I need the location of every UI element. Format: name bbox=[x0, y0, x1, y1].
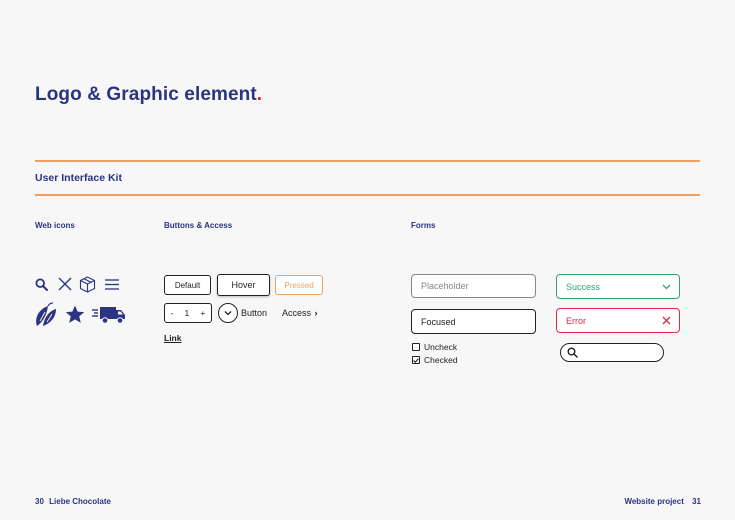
checked-checkbox[interactable] bbox=[412, 356, 420, 364]
menu-icon[interactable] bbox=[104, 278, 120, 291]
chevron-right-icon: › bbox=[314, 308, 318, 318]
success-input-value: Success bbox=[566, 281, 601, 292]
footer-left: 30 Liebe Chocolate bbox=[35, 497, 111, 506]
text-button[interactable]: Button bbox=[241, 308, 267, 318]
quantity-stepper[interactable]: - 1 + bbox=[164, 303, 212, 323]
left-page-number: 30 bbox=[35, 497, 44, 506]
unchecked-checkbox[interactable] bbox=[412, 343, 420, 351]
checked-label: Checked bbox=[424, 355, 458, 365]
stepper-value: 1 bbox=[184, 308, 190, 318]
divider-top bbox=[35, 160, 700, 162]
stepper-minus-button[interactable]: - bbox=[171, 308, 174, 318]
error-input[interactable]: Error bbox=[556, 308, 680, 333]
divider-bottom bbox=[35, 194, 700, 196]
footer-right: Website project 31 bbox=[624, 497, 701, 506]
stepper-plus-button[interactable]: + bbox=[200, 308, 205, 318]
placeholder-input[interactable]: Placeholder bbox=[411, 274, 536, 298]
circle-chevron-button[interactable] bbox=[218, 303, 238, 323]
link-text[interactable]: Link bbox=[164, 333, 181, 343]
close-icon[interactable] bbox=[662, 316, 671, 325]
check-icon bbox=[413, 357, 419, 363]
box-icon[interactable] bbox=[79, 276, 96, 293]
star-icon bbox=[65, 305, 85, 323]
search-input[interactable] bbox=[560, 343, 664, 362]
title-dot: . bbox=[256, 84, 263, 105]
chevron-down-icon bbox=[662, 284, 671, 289]
column-label-forms: Forms bbox=[411, 221, 436, 230]
page-title: Logo & Graphic element. bbox=[35, 84, 263, 105]
cocoa-pod-icon bbox=[36, 302, 56, 326]
uncheck-label: Uncheck bbox=[424, 342, 458, 352]
error-input-value: Error bbox=[566, 315, 586, 326]
hover-button[interactable]: Hover bbox=[217, 274, 270, 296]
delivery-truck-icon bbox=[92, 307, 125, 324]
checked-checkbox-row[interactable]: Checked bbox=[412, 355, 458, 365]
focused-input[interactable]: Focused bbox=[411, 309, 536, 334]
project-label: Website project bbox=[624, 497, 684, 506]
chevron-down-icon bbox=[224, 311, 232, 316]
section-title: User Interface Kit bbox=[35, 172, 122, 184]
brand-name: Liebe Chocolate bbox=[49, 497, 111, 506]
column-label-web-icons: Web icons bbox=[35, 221, 75, 230]
search-icon[interactable] bbox=[35, 278, 48, 291]
success-input[interactable]: Success bbox=[556, 274, 680, 299]
close-icon[interactable] bbox=[58, 277, 72, 291]
access-link[interactable]: Access › bbox=[282, 308, 318, 318]
pressed-button[interactable]: Pressed bbox=[275, 275, 323, 295]
column-label-buttons: Buttons & Access bbox=[164, 221, 233, 230]
default-button[interactable]: Default bbox=[164, 275, 211, 295]
right-page-number: 31 bbox=[692, 497, 701, 506]
uncheck-checkbox-row[interactable]: Uncheck bbox=[412, 342, 457, 352]
search-icon bbox=[567, 347, 578, 358]
